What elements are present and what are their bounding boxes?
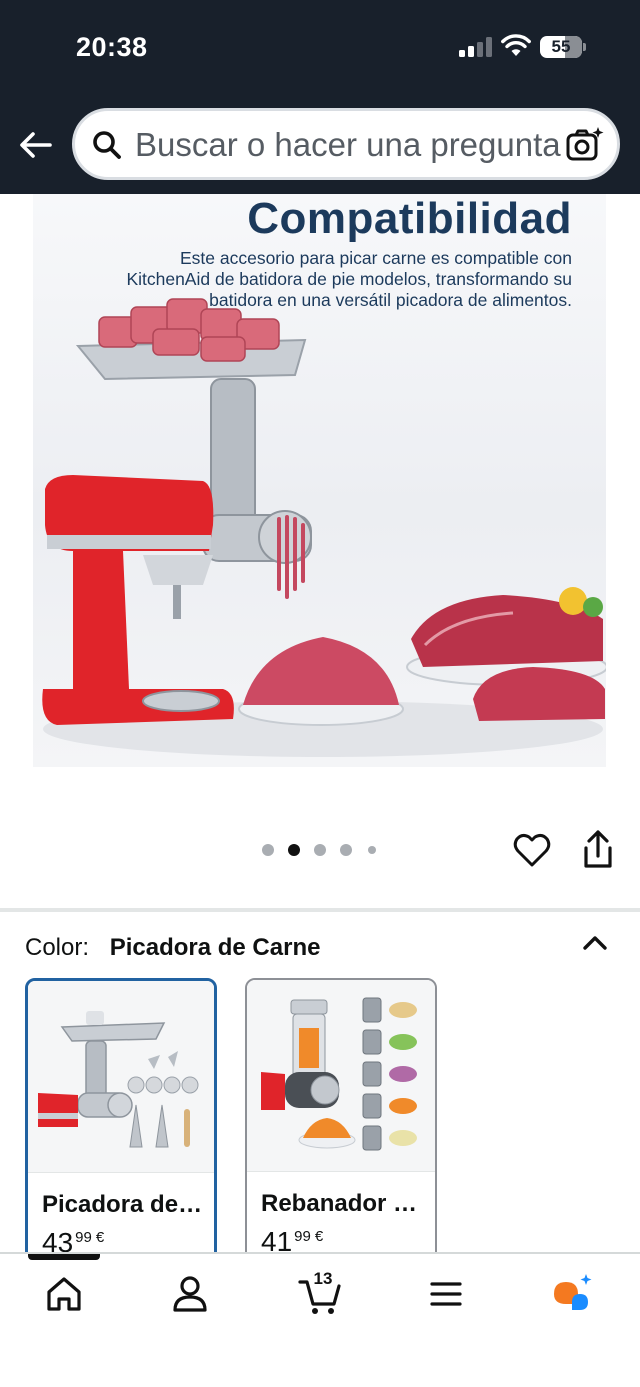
meat-grinder-mixer-illustration (42, 298, 606, 757)
account-icon[interactable] (168, 1272, 212, 1316)
carousel-dot-active[interactable] (288, 844, 300, 856)
price-fraction: 99 (294, 1228, 311, 1245)
search-input[interactable] (135, 123, 575, 167)
top-header: 20:38 55 (0, 0, 640, 194)
price-currency: € (314, 1228, 324, 1245)
slicer-kit-illustration (261, 997, 417, 1151)
back-arrow-icon[interactable] (14, 124, 58, 168)
variation-thumbnail (28, 981, 214, 1173)
carousel-dot[interactable] (262, 844, 274, 856)
share-icon[interactable] (578, 828, 618, 872)
cellular-signal-icon (459, 37, 493, 57)
status-time: 20:38 (76, 32, 148, 62)
price-fraction: 99 (75, 1229, 92, 1246)
menu-icon[interactable] (424, 1272, 468, 1316)
color-selected-value: Picadora de Carne (109, 934, 321, 961)
cart-count-badge: 13 (313, 1269, 333, 1288)
color-variation-row: Color: Picadora de Carne (25, 934, 320, 962)
section-divider (0, 908, 640, 912)
battery-tip (583, 43, 586, 51)
grinder-kit-illustration (38, 1011, 199, 1148)
color-label: Color: (25, 934, 90, 961)
product-image-section: Compatibilidad Este accesorio para picar… (0, 194, 640, 909)
rufus-assistant-icon[interactable] (550, 1272, 594, 1316)
carousel-dot[interactable] (368, 846, 376, 854)
variation-thumbnail (247, 980, 435, 1172)
battery-icon: 55 (540, 36, 582, 58)
carousel-dot[interactable] (340, 844, 352, 856)
home-icon[interactable] (42, 1272, 86, 1316)
variation-option-name: Rebanador de Verduras (261, 1190, 425, 1217)
variation-option-name: Picadora de Carne (42, 1191, 206, 1218)
battery-level: 55 (551, 37, 571, 56)
wifi-icon (501, 34, 531, 56)
image-title: Compatibilidad (247, 194, 572, 243)
chevron-up-icon[interactable] (580, 928, 610, 958)
search-icon (93, 131, 121, 159)
product-image[interactable]: Compatibilidad Este accesorio para picar… (33, 194, 606, 767)
camera-search-icon[interactable] (565, 125, 605, 165)
search-bar[interactable] (72, 108, 620, 180)
active-tab-indicator (28, 1254, 100, 1260)
carousel-dot[interactable] (314, 844, 326, 856)
wishlist-heart-icon[interactable] (512, 830, 552, 870)
image-carousel-dots[interactable] (260, 842, 380, 858)
variation-option-rebanador[interactable]: Rebanador de Verduras 4199€ (245, 978, 437, 1268)
variation-option-picadora[interactable]: Picadora de Carne 4399€ (25, 978, 217, 1268)
price-currency: € (95, 1229, 105, 1246)
